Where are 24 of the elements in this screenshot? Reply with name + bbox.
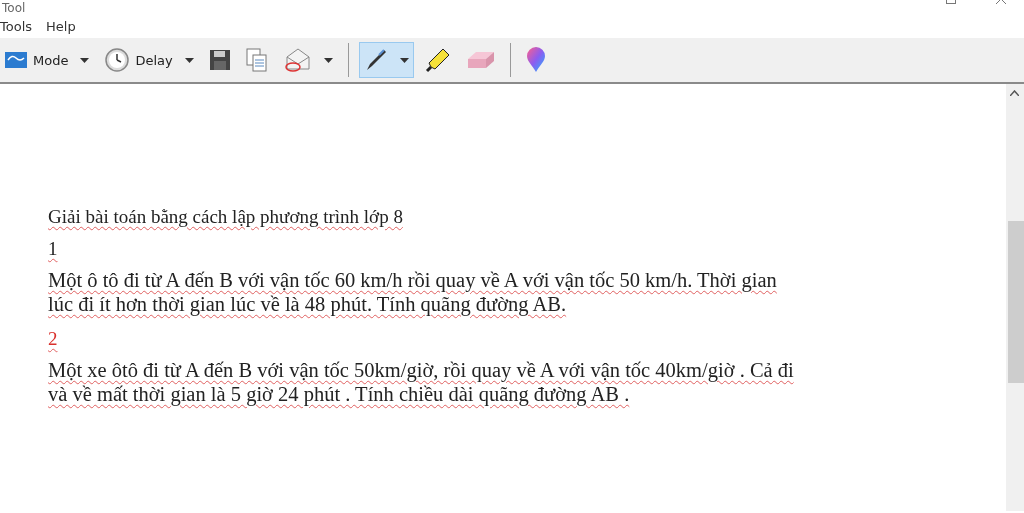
delay-button[interactable]: Delay bbox=[100, 42, 199, 78]
caret-icon bbox=[399, 57, 409, 63]
snip-icon bbox=[5, 52, 27, 68]
envelope-icon bbox=[283, 47, 312, 73]
mode-button[interactable]: Mode bbox=[0, 42, 95, 78]
paint-drop-icon bbox=[525, 47, 546, 73]
caret-icon bbox=[80, 57, 90, 63]
menu-item[interactable]: Help bbox=[46, 18, 76, 34]
problem-text: Một xe ôtô đi từ A đến B với vận tốc 50km/giờ, rồi quay về A với vận tốc 40km/giờ . Cả đi và về mất thời gian là 5 giờ 24 phút . Tính chiều dài quãng đường AB . bbox=[48, 358, 795, 406]
pen-button[interactable] bbox=[358, 42, 414, 78]
document-heading: Giải bài toán bằng cách lập phương trình lớp 8 bbox=[48, 206, 404, 228]
menu-item[interactable]: Tools bbox=[0, 18, 33, 34]
window-title: Tool bbox=[1, 2, 26, 14]
clock-icon bbox=[105, 48, 130, 72]
eraser-icon bbox=[466, 51, 495, 69]
problem-number: 1 bbox=[48, 238, 59, 260]
chevron-up-icon[interactable] bbox=[1010, 90, 1019, 96]
highlighter-icon bbox=[424, 47, 451, 73]
scrollbar[interactable] bbox=[1006, 84, 1024, 511]
problem-text: Một ô tô đi từ A đến B với vận tốc 60 km/h rồi quay về A với vận tốc 50 km/h. Thời gian lúc đi ít hơn thời gian lúc về là 48 phút. Tính quãng đường AB. bbox=[48, 268, 778, 316]
caret-icon bbox=[323, 57, 333, 63]
problem-number: 2 bbox=[48, 328, 59, 350]
caret-icon bbox=[184, 57, 194, 63]
copy-icon bbox=[245, 48, 268, 72]
